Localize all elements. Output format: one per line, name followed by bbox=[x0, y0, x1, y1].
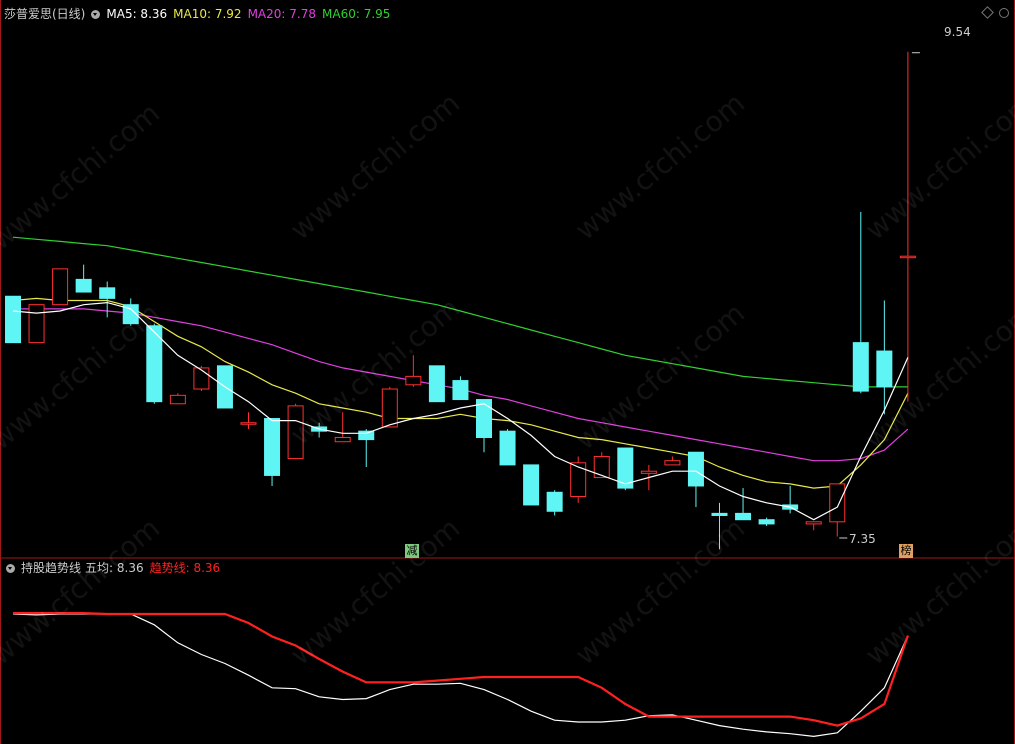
candle-body-down bbox=[852, 342, 869, 392]
candle-body-down bbox=[711, 512, 728, 516]
candle-body-up bbox=[193, 367, 210, 390]
candle-body-down bbox=[452, 380, 469, 401]
dropdown-icon[interactable] bbox=[6, 564, 15, 573]
candle-body-up bbox=[169, 394, 186, 405]
candle-body-down bbox=[5, 295, 21, 344]
ma60-label: MA60: 7.95 bbox=[322, 7, 391, 21]
candle-body-down bbox=[523, 464, 540, 506]
candle-body-down bbox=[546, 491, 563, 512]
candle-body-up bbox=[28, 304, 45, 344]
candle-body-up bbox=[899, 255, 916, 259]
candle-body-up bbox=[52, 268, 69, 306]
candle-body-down bbox=[687, 451, 704, 487]
candle-body-up bbox=[287, 405, 304, 460]
main-header: 莎普爱思(日线) MA5: 8.36 MA10: 7.92 MA20: 7.78 MA6… bbox=[4, 7, 396, 21]
sub-header: 持股趋势线 五均: 8.36 趋势线: 8.36 bbox=[6, 561, 226, 575]
trend-label: 趋势线: 8.36 bbox=[149, 561, 221, 575]
candle-body-up bbox=[829, 483, 846, 523]
ma5-label: MA5: 8.36 bbox=[106, 7, 168, 21]
candle-body-up bbox=[405, 375, 422, 386]
signal-badge-reduce[interactable]: 减 bbox=[405, 544, 419, 558]
dropdown-icon[interactable] bbox=[91, 10, 101, 19]
candle-body-down bbox=[499, 430, 516, 466]
candle-body-down bbox=[99, 287, 116, 299]
candle-body-up bbox=[570, 462, 587, 498]
candle-body-down bbox=[264, 418, 281, 476]
circle-icon[interactable] bbox=[999, 8, 1009, 18]
candle-body-down bbox=[735, 512, 752, 521]
candle-body-down bbox=[358, 430, 375, 441]
candle-body-up bbox=[381, 388, 398, 428]
candle-body-up bbox=[593, 455, 610, 479]
candle-body-up bbox=[805, 521, 822, 525]
candle-body-up bbox=[334, 436, 351, 443]
ma20-label: MA20: 7.78 bbox=[247, 7, 316, 21]
candle-body-down bbox=[758, 519, 775, 525]
candle-body-up bbox=[640, 470, 657, 474]
signal-badge-list[interactable]: 榜 bbox=[899, 544, 913, 558]
candle-body-down bbox=[428, 365, 445, 403]
ma10-label: MA10: 7.92 bbox=[173, 7, 242, 21]
candle-body-up bbox=[664, 460, 681, 466]
candle-body-down bbox=[876, 350, 893, 388]
stock-title: 莎普爱思(日线) bbox=[4, 7, 86, 21]
chart-canvas bbox=[0, 0, 1015, 744]
avg-label: 五均: 8.36 bbox=[85, 561, 144, 575]
candle-body-up bbox=[240, 422, 257, 425]
indicator-title: 持股趋势线 bbox=[21, 561, 82, 575]
low-price-label: 7.35 bbox=[849, 532, 876, 546]
high-price-label: 9.54 bbox=[944, 25, 971, 39]
candle-body-down bbox=[75, 278, 92, 293]
